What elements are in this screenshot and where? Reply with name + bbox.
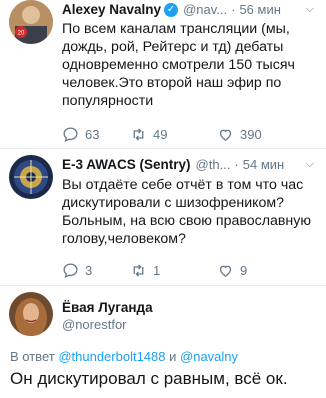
reply-prefix: В ответ: [10, 349, 55, 364]
retweet-icon: [133, 264, 144, 277]
retweet-button[interactable]: 49: [130, 126, 205, 143]
like-button[interactable]: 9: [217, 262, 287, 279]
reply-button[interactable]: 3: [62, 262, 122, 279]
avatar[interactable]: 20: [9, 0, 53, 44]
user-handle[interactable]: @nav...: [183, 2, 227, 17]
svg-text:20: 20: [18, 31, 25, 37]
tweet-text: Вы отдаёте себе отчёт в том что час диск…: [62, 177, 311, 247]
like-count: 9: [240, 263, 248, 278]
user-handle[interactable]: @th...: [196, 157, 231, 172]
avatar[interactable]: [9, 292, 53, 336]
mention-link[interactable]: @thunderbolt1488: [58, 349, 165, 364]
retweet-count: 49: [153, 127, 168, 142]
retweet-button[interactable]: 1: [130, 262, 205, 279]
user-name[interactable]: Alexey Navalny: [62, 2, 161, 17]
reply-icon: [63, 263, 78, 279]
mention-link[interactable]: @navalny: [180, 349, 238, 364]
retweet-icon: [133, 128, 144, 141]
retweet-count: 1: [153, 263, 161, 278]
user-name[interactable]: Ёвая Луганда: [62, 300, 153, 315]
divider: [0, 148, 326, 149]
separator-dot: ·: [231, 2, 236, 17]
heart-icon: [219, 265, 232, 277]
user-name[interactable]: E-3 AWACS (Sentry): [62, 157, 191, 172]
chevron-down-icon[interactable]: ⌵: [306, 3, 314, 16]
reply-and: и: [169, 349, 177, 364]
tweet-text: По всем каналам трансляции (мы, дождь, р…: [62, 21, 295, 109]
reply-context: В ответ @thunderbolt1488 и @navalny: [10, 349, 238, 364]
divider: [0, 285, 326, 286]
separator-dot: ·: [234, 157, 239, 172]
like-count: 390: [240, 127, 262, 142]
tweet-text: Он дискутировал с равным, всё ок.: [10, 369, 288, 388]
reply-count: 63: [85, 127, 100, 142]
like-button[interactable]: 390: [217, 126, 287, 143]
reply-button[interactable]: 63: [62, 126, 122, 143]
user-handle[interactable]: @norestfor: [62, 317, 127, 332]
avatar[interactable]: [9, 155, 53, 199]
timestamp[interactable]: 56 мин: [239, 2, 280, 17]
heart-icon: [219, 129, 232, 141]
reply-count: 3: [85, 263, 93, 278]
reply-icon: [63, 127, 78, 143]
timestamp[interactable]: 54 мин: [243, 157, 284, 172]
verified-icon: ✓: [164, 2, 179, 17]
chevron-down-icon[interactable]: ⌵: [306, 158, 314, 171]
